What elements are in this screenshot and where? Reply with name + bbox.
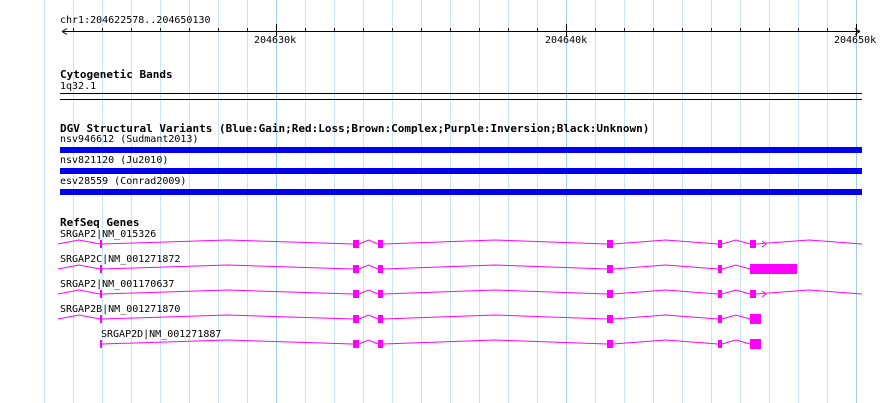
exon-block: [750, 290, 756, 298]
dgv-variant-label[interactable]: nsv821120 (Ju2010): [60, 155, 168, 167]
exon-block: [607, 290, 613, 298]
exon-block: [353, 265, 359, 273]
dgv-variant-label[interactable]: esv28559 (Conrad2009): [60, 176, 186, 188]
exon-block: [607, 315, 613, 323]
exon-block: [750, 264, 797, 274]
cytoband-track-title[interactable]: Cytogenetic Bands: [60, 68, 173, 81]
track-canvas: [44, 0, 863, 403]
intron-line: [721, 264, 751, 270]
exon-block: [378, 240, 383, 248]
intron-line: [612, 289, 719, 295]
dgv-variant-bar: [60, 147, 862, 153]
refseq-track-title[interactable]: RefSeq Genes: [60, 216, 139, 229]
ruler-tick-label-1: 204630k: [254, 35, 297, 46]
intron-line: [755, 239, 863, 245]
exon-block: [353, 315, 359, 323]
intron-line: [382, 289, 608, 295]
intron-line: [721, 239, 751, 245]
exon-block: [607, 265, 613, 273]
intron-line: [612, 314, 719, 320]
exon-block: [607, 340, 613, 348]
gene-label[interactable]: SRGAP2B|NM_001271870: [60, 304, 180, 316]
gene-label[interactable]: SRGAP2C|NM_001271872: [60, 254, 180, 266]
exon-block: [378, 290, 383, 298]
gene-label[interactable]: SRGAP2|NM_015326: [60, 229, 156, 241]
exon-block: [100, 315, 102, 323]
ruler-tick-label-3: 204650k: [834, 35, 877, 46]
intron-line: [382, 339, 608, 345]
intron-line: [612, 264, 719, 270]
intron-line: [721, 289, 751, 295]
intron-line: [358, 314, 379, 320]
intron-line: [612, 339, 719, 345]
cytoband-label[interactable]: 1q32.1: [60, 81, 96, 93]
exon-block: [378, 265, 383, 273]
ruler-tick-label-2: 204640k: [545, 35, 588, 46]
exon-block: [353, 290, 359, 298]
intron-line: [721, 314, 751, 320]
exon-block: [378, 340, 383, 348]
intron-line: [358, 264, 379, 270]
exon-block: [100, 290, 102, 298]
exon-block: [718, 315, 722, 323]
exon-block: [718, 265, 722, 273]
intron-line: [382, 314, 608, 320]
exon-block: [718, 340, 722, 348]
exon-block: [100, 340, 102, 348]
exon-block: [750, 339, 761, 349]
exon-block: [100, 240, 102, 248]
exon-block: [353, 240, 359, 248]
exon-block: [718, 290, 722, 298]
exon-block: [718, 240, 722, 248]
intron-line: [755, 289, 863, 295]
exon-block: [378, 315, 383, 323]
exon-block: [750, 314, 761, 324]
intron-line: [382, 264, 608, 270]
intron-line: [358, 239, 379, 245]
genome-browser-view: chr1:204622578..204650130 204630k 204640…: [0, 0, 890, 403]
gene-label[interactable]: SRGAP2D|NM_001271887: [101, 329, 221, 341]
exon-block: [100, 265, 102, 273]
exon-block: [353, 340, 359, 348]
dgv-variant-label[interactable]: nsv946612 (Sudmant2013): [60, 134, 198, 146]
dgv-variant-bar: [60, 168, 862, 174]
intron-line: [612, 239, 719, 245]
intron-line: [358, 289, 379, 295]
gene-label[interactable]: SRGAP2|NM_001170637: [60, 279, 174, 291]
intron-line: [358, 339, 379, 345]
intron-line: [721, 339, 751, 345]
exon-block: [607, 240, 613, 248]
location-label: chr1:204622578..204650130: [60, 15, 211, 26]
dgv-variant-bar: [60, 189, 862, 195]
intron-line: [382, 239, 608, 245]
exon-block: [750, 240, 756, 248]
